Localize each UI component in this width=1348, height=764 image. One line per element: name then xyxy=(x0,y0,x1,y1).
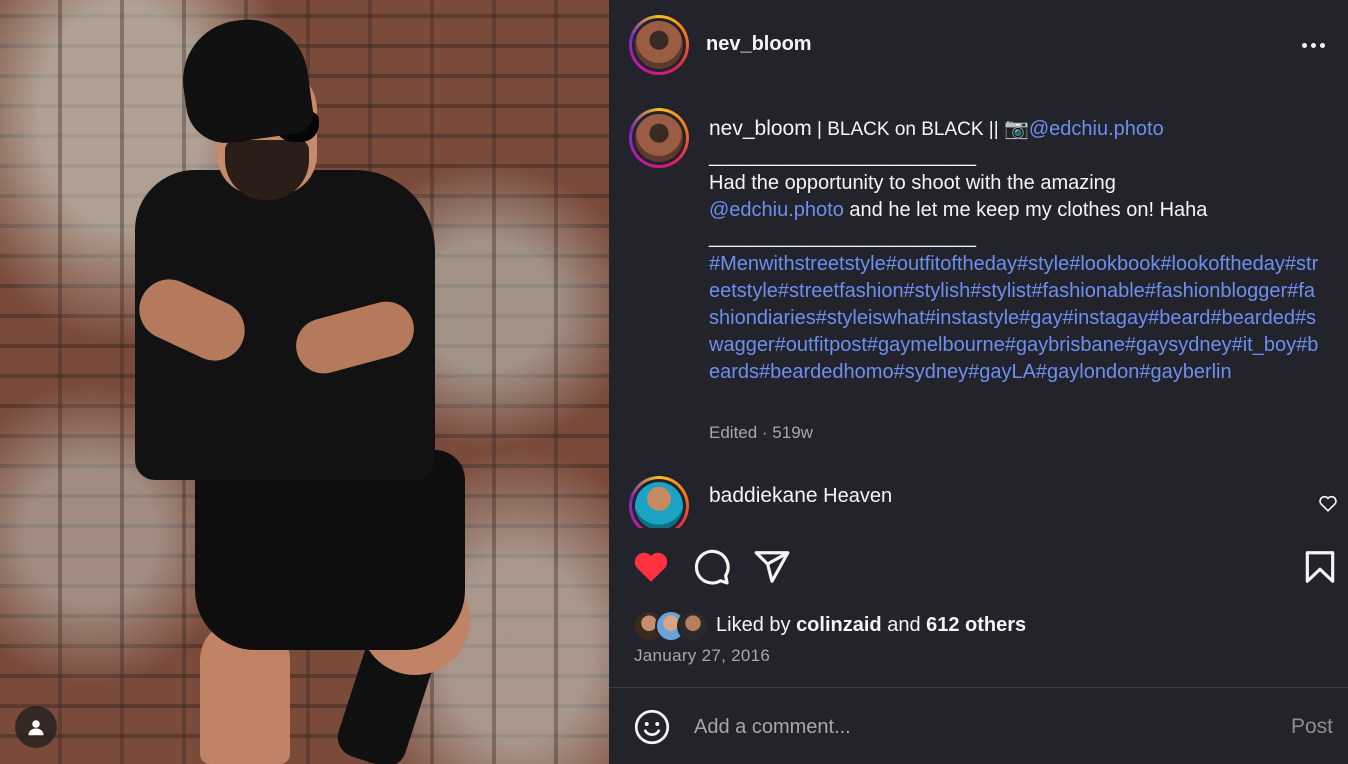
post-caption: nev_bloom | BLACK on BLACK || 📷@edchiu.p… xyxy=(709,115,1319,386)
commenter-avatar[interactable] xyxy=(629,476,689,536)
share-icon[interactable] xyxy=(753,548,791,586)
caption-line-1: Had the opportunity to shoot with the am… xyxy=(709,172,1116,194)
post-comment-button[interactable]: Post xyxy=(1291,715,1333,739)
caption-mention[interactable]: @edchiu.photo xyxy=(709,199,844,221)
caption-mention-credit[interactable]: @edchiu.photo xyxy=(1029,118,1164,140)
likes-user[interactable]: colinzaid xyxy=(796,614,882,636)
caption-rule: ________________________ xyxy=(709,226,976,248)
likes-middle: and xyxy=(881,614,927,636)
post-photo[interactable] xyxy=(0,0,609,764)
heart-icon[interactable] xyxy=(632,548,670,586)
comment-like-icon[interactable] xyxy=(1318,494,1338,512)
author-username[interactable]: nev_bloom xyxy=(706,33,812,56)
liked-by-avatars[interactable] xyxy=(633,610,711,642)
bookmark-icon[interactable] xyxy=(1301,548,1339,586)
caption-hashtags[interactable]: #Menwithstreetstyle#outfitoftheday#style… xyxy=(709,251,1319,386)
comment-icon[interactable] xyxy=(693,548,731,586)
post-header: nev_bloom xyxy=(609,0,1348,90)
tagged-users-button[interactable] xyxy=(15,706,57,748)
caption-title: | BLACK on BLACK || xyxy=(811,119,1004,140)
photo-subject xyxy=(129,11,475,764)
caption-line-2: and he let me keep my clothes on! Haha xyxy=(843,199,1208,221)
likes-count[interactable]: 612 others xyxy=(926,614,1026,636)
post-detail-panel: nev_bloom nev_bloom | BLACK on BLACK || … xyxy=(609,0,1348,764)
comment-item: baddiekane Heaven xyxy=(709,484,892,508)
caption-rule: ________________________ xyxy=(709,145,976,167)
comment-input[interactable] xyxy=(694,710,1254,744)
divider xyxy=(609,687,1348,688)
camera-emoji: 📷 xyxy=(1003,118,1029,140)
emoji-icon[interactable] xyxy=(634,709,670,745)
author-avatar[interactable] xyxy=(629,15,689,75)
comment-username[interactable]: baddiekane xyxy=(709,484,818,507)
comment-text: Heaven xyxy=(817,485,893,507)
caption-username[interactable]: nev_bloom xyxy=(709,117,812,140)
more-options-button[interactable] xyxy=(1302,33,1332,57)
post-date: January 27, 2016 xyxy=(634,646,771,665)
likes-prefix: Liked by xyxy=(716,614,797,636)
user-icon xyxy=(28,720,44,736)
caption-author-avatar[interactable] xyxy=(629,108,689,168)
post-edited-age: Edited · 519w xyxy=(709,423,813,442)
likes-summary[interactable]: Liked by colinzaid and 612 others xyxy=(716,614,1026,637)
more-icon xyxy=(1302,42,1307,48)
